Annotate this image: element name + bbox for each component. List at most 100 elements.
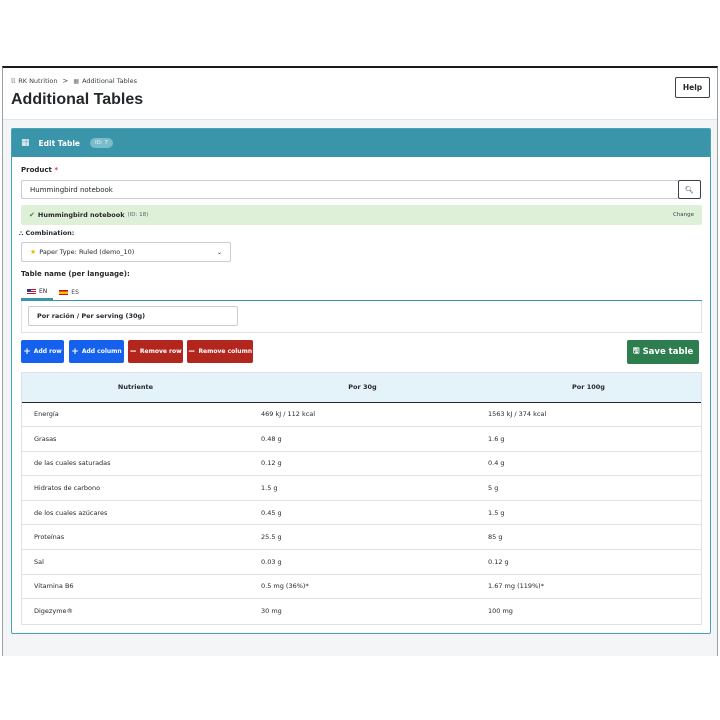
- minus-icon: −: [129, 346, 137, 357]
- id-badge: ID: 7: [90, 138, 113, 148]
- combination-select[interactable]: ★ Paper Type: Ruled (demo_10) ⌄: [21, 242, 231, 262]
- table-cell[interactable]: 0.4 g: [476, 451, 701, 477]
- tab-en[interactable]: EN: [21, 285, 54, 300]
- add-row-button[interactable]: + Add row: [21, 340, 64, 363]
- table-cell[interactable]: Proteínas: [22, 524, 249, 551]
- table-cell[interactable]: 25.5 g: [249, 524, 476, 551]
- selected-product-alert: ✔ Hummingbird notebook (ID: 18) Change: [21, 205, 702, 225]
- table-row[interactable]: Vitamina B6 0.5 mg (36%)* 1.67 mg (119%)*: [22, 574, 701, 600]
- table-cell[interactable]: de los cuales azúcares: [22, 500, 249, 526]
- table-cell[interactable]: Digezyme®: [22, 599, 249, 624]
- column-header[interactable]: Por 100g: [476, 373, 701, 403]
- combination-label: ⛬ Combination:: [19, 229, 74, 238]
- table-row[interactable]: Sal 0.03 g 0.12 g: [22, 549, 701, 575]
- combination-value: Paper Type: Ruled (demo_10): [39, 248, 135, 256]
- table-cell[interactable]: 100 mg: [476, 599, 701, 624]
- table-cell[interactable]: 85 g: [476, 524, 701, 551]
- remove-row-button[interactable]: − Remove row: [128, 340, 183, 363]
- table-cell[interactable]: 30 mg: [249, 599, 476, 624]
- table-cell[interactable]: de las cuales saturadas: [22, 451, 249, 477]
- selected-product-id: (ID: 18): [127, 212, 149, 218]
- table-grid-icon: ▦: [21, 138, 30, 148]
- tab-en-label: EN: [39, 288, 48, 295]
- table-cell[interactable]: 0.12 g: [476, 549, 701, 575]
- add-row-label: Add row: [33, 348, 62, 355]
- es-flag-icon: [59, 290, 69, 295]
- table-row[interactable]: Digezyme® 30 mg 100 mg: [22, 599, 701, 624]
- table-cell[interactable]: 0.12 g: [249, 451, 476, 477]
- add-column-button[interactable]: + Add column: [69, 340, 124, 363]
- help-button[interactable]: Help: [675, 77, 710, 98]
- product-label: Product *: [21, 166, 58, 174]
- card-title: Edit Table: [38, 138, 81, 148]
- tab-es-label: ES: [71, 289, 79, 296]
- table-cell[interactable]: 1563 kJ / 374 kcal: [476, 402, 701, 428]
- breadcrumb-separator: >: [62, 77, 69, 85]
- star-icon: ★: [30, 248, 37, 256]
- product-search-input[interactable]: Hummingbird notebook: [21, 180, 679, 199]
- table-row[interactable]: Energía 469 kJ / 112 kcal 1563 kJ / 374 kc…: [22, 402, 701, 428]
- sitemap-icon: ⛬: [19, 230, 24, 237]
- table-cell[interactable]: Hidratos de carbono: [22, 475, 249, 501]
- minus-icon: −: [187, 346, 196, 357]
- column-header[interactable]: Por 30g: [249, 373, 476, 403]
- edit-table-card: ▦ Edit Table ID: 7 Product * Hummingbird…: [11, 128, 711, 634]
- save-table-label: Save table: [642, 347, 694, 357]
- table-row[interactable]: Grasas 0.48 g 1.6 g: [22, 426, 701, 452]
- selected-product-name: Hummingbird notebook: [37, 211, 125, 219]
- breadcrumb: 𝕝𝕝 RK Nutrition > ▦ Additional Tables: [11, 77, 137, 85]
- table-cell[interactable]: 1.67 mg (119%)*: [476, 574, 701, 600]
- required-mark: *: [54, 166, 58, 174]
- plus-icon: +: [23, 346, 31, 357]
- table-cell[interactable]: Grasas: [22, 426, 249, 452]
- table-cell[interactable]: 0.5 mg (36%)*: [249, 574, 476, 600]
- column-header[interactable]: Nutriente: [22, 373, 249, 403]
- table-cell[interactable]: Sal: [22, 549, 249, 575]
- table-row[interactable]: de los cuales azúcares 0.45 g 1.5 g: [22, 500, 701, 526]
- us-flag-icon: [27, 289, 36, 294]
- table-row[interactable]: de las cuales saturadas 0.12 g 0.4 g: [22, 451, 701, 477]
- table-cell[interactable]: Vitamina B6: [22, 574, 249, 600]
- search-icon: 🔍︎: [685, 185, 694, 194]
- save-table-button[interactable]: 🖫 Save table: [627, 340, 699, 364]
- breadcrumb-current: Additional Tables: [82, 77, 137, 85]
- language-tabs: EN ES: [21, 285, 702, 301]
- page-title: Additional Tables: [11, 91, 144, 108]
- table-icon: ▦: [73, 77, 80, 85]
- product-label-text: Product: [21, 166, 52, 174]
- utensils-icon: 𝕝𝕝: [11, 77, 16, 85]
- save-icon: 🖫: [632, 346, 640, 355]
- nutrition-table-wrapper: Nutriente Por 30g Por 100g Energía 469 kJ…: [21, 372, 702, 625]
- table-cell[interactable]: 5 g: [476, 475, 701, 501]
- table-cell[interactable]: Energía: [22, 402, 249, 428]
- table-name-input[interactable]: Por ración / Per serving (30g): [28, 306, 238, 326]
- search-button[interactable]: 🔍︎: [678, 180, 701, 199]
- change-product-link[interactable]: Change: [673, 212, 694, 218]
- remove-column-label: Remove column: [198, 348, 253, 355]
- table-cell[interactable]: 469 kJ / 112 kcal: [249, 402, 476, 428]
- table-cell[interactable]: 0.03 g: [249, 549, 476, 575]
- table-cell[interactable]: 1.5 g: [476, 500, 701, 526]
- table-cell[interactable]: 0.48 g: [249, 426, 476, 452]
- plus-icon: +: [71, 346, 79, 357]
- tab-es[interactable]: ES: [53, 285, 85, 300]
- nutrition-table: Nutriente Por 30g Por 100g Energía 469 kJ…: [22, 373, 701, 623]
- table-row[interactable]: Hidratos de carbono 1.5 g5 g: [22, 475, 701, 501]
- table-row[interactable]: Proteínas 25.5 g 85 g: [22, 524, 701, 551]
- chevron-down-icon: ⌄: [216, 248, 222, 256]
- combination-label-text: Combination:: [25, 229, 75, 237]
- card-header: ▦ Edit Table ID: 7: [12, 129, 710, 157]
- breadcrumb-root[interactable]: RK Nutrition: [18, 77, 57, 85]
- table-name-label: Table name (per language):: [21, 270, 130, 278]
- table-cell[interactable]: 1.5 g: [249, 475, 476, 501]
- add-column-label: Add column: [81, 348, 122, 355]
- remove-row-label: Remove row: [139, 348, 182, 355]
- language-panel: Por ración / Per serving (30g): [21, 301, 702, 333]
- remove-column-button[interactable]: − Remove column: [187, 340, 253, 363]
- table-header-row: Nutriente Por 30g Por 100g: [22, 373, 701, 403]
- top-bar: 𝕝𝕝 RK Nutrition > ▦ Additional Tables Ad…: [3, 68, 717, 120]
- app-frame: 𝕝𝕝 RK Nutrition > ▦ Additional Tables Ad…: [2, 66, 718, 656]
- check-icon: ✔: [29, 211, 35, 219]
- table-cell[interactable]: 1.6 g: [476, 426, 701, 452]
- table-cell[interactable]: 0.45 g: [249, 500, 476, 526]
